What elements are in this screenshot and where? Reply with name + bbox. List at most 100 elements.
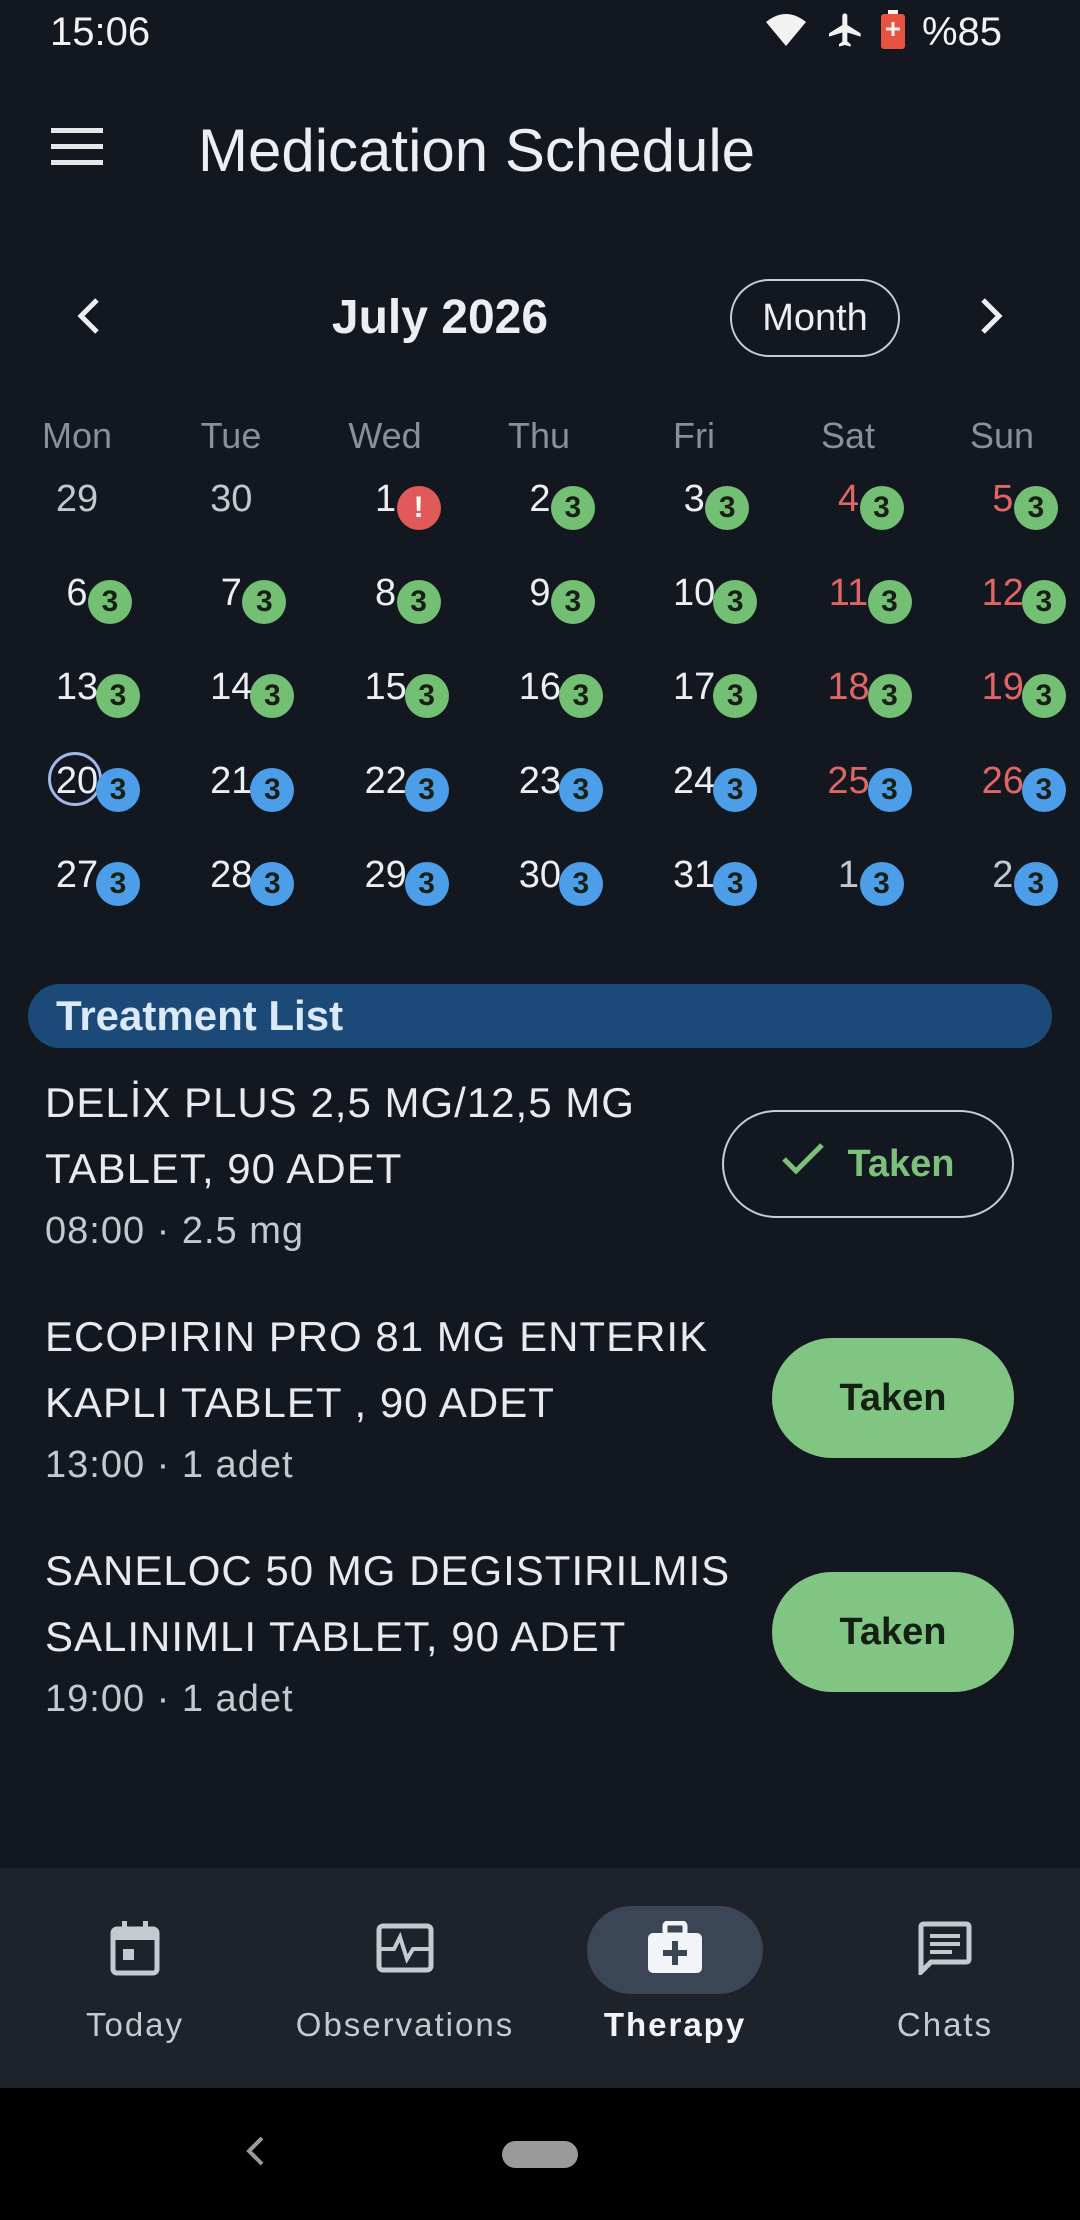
chevron-right-icon bbox=[979, 297, 1005, 340]
dose-count-badge: 3 bbox=[96, 862, 140, 906]
weekday-label: Thu bbox=[507, 415, 571, 456]
nav-label: Today bbox=[85, 2006, 185, 2043]
treatment-list-header: Treatment List bbox=[28, 984, 1052, 1048]
dose-count-badge: 3 bbox=[404, 674, 449, 718]
missed-dose-badge: ! bbox=[396, 486, 441, 530]
calendar-day[interactable]: 63 bbox=[17, 558, 171, 652]
nav-icon-container bbox=[587, 1906, 763, 1994]
dose-count-badge: 3 bbox=[558, 862, 603, 906]
calendar-day[interactable]: 26 3 bbox=[943, 746, 1080, 840]
medication-name-line: DELİX PLUS 2,5 MG/12,5 MG bbox=[45, 1079, 635, 1126]
dose-count-badge: 3 bbox=[250, 862, 295, 906]
dose-count-badge: 3 bbox=[1013, 862, 1058, 906]
calendar-day[interactable]: 19 3 bbox=[943, 652, 1080, 746]
calendar-day[interactable]: 29 bbox=[17, 464, 171, 558]
calendar-day[interactable]: 12 3 bbox=[943, 558, 1080, 652]
calendar-day[interactable]: 27 3 bbox=[17, 840, 171, 934]
weekday-label: Sun bbox=[969, 415, 1035, 456]
taken-label: Taken bbox=[847, 1142, 955, 1185]
day-number: 29 bbox=[55, 478, 99, 520]
dose-count-badge: 3 bbox=[867, 768, 912, 812]
next-month-button[interactable] bbox=[960, 286, 1024, 350]
check-icon bbox=[781, 1142, 825, 1186]
calendar-day[interactable]: 16 3 bbox=[480, 652, 634, 746]
page-title: Medication Schedule bbox=[198, 117, 756, 184]
calendar-day[interactable]: 30 bbox=[171, 464, 325, 558]
medication-time-dose: 08:00 · 2.5 mg bbox=[45, 1210, 305, 1252]
taken-button-confirmed[interactable]: Taken bbox=[722, 1110, 1014, 1218]
calendar-day[interactable]: 23 bbox=[943, 840, 1080, 934]
calendar-day[interactable]: 23 3 bbox=[480, 746, 634, 840]
calendar-day[interactable]: 25 3 bbox=[789, 746, 943, 840]
taken-button[interactable]: Taken bbox=[772, 1338, 1014, 1458]
calendar-day-today[interactable]: 20 3 bbox=[17, 746, 171, 840]
weekday-label: Sat bbox=[820, 415, 876, 456]
dose-count-badge: 3 bbox=[713, 862, 758, 906]
view-mode-button[interactable]: Month bbox=[730, 279, 900, 357]
menu-button[interactable] bbox=[40, 112, 114, 186]
menu-icon bbox=[51, 127, 103, 171]
treatment-list-title: Treatment List bbox=[56, 992, 344, 1039]
taken-button[interactable]: Taken bbox=[772, 1572, 1014, 1692]
calendar-day[interactable]: 11 3 bbox=[789, 558, 943, 652]
nav-item-chats[interactable]: Chats bbox=[810, 1868, 1080, 2088]
calendar-day[interactable]: 30 3 bbox=[480, 840, 634, 934]
calendar-day[interactable]: 83 bbox=[326, 558, 480, 652]
medication-time-dose: 13:00 · 1 adet bbox=[45, 1444, 294, 1486]
weekday-header: Mon Tue Wed Thu Fri Sat Sun bbox=[0, 408, 1080, 464]
calendar-day[interactable]: 28 3 bbox=[171, 840, 325, 934]
calendar-day[interactable]: 33 bbox=[634, 464, 788, 558]
nav-item-today[interactable]: Today bbox=[0, 1868, 270, 2088]
dose-count-badge: 3 bbox=[404, 768, 449, 812]
dose-count-badge: 3 bbox=[396, 580, 441, 624]
calendar-day[interactable]: 18 3 bbox=[789, 652, 943, 746]
nav-item-observations[interactable]: Observations bbox=[270, 1868, 540, 2088]
dose-count-badge: 3 bbox=[859, 486, 904, 530]
calendar-day[interactable]: 53 bbox=[943, 464, 1080, 558]
weekday-label: Fri bbox=[673, 415, 715, 456]
calendar-day[interactable]: 21 3 bbox=[171, 746, 325, 840]
battery-percent: %85 bbox=[921, 9, 1002, 54]
system-back-button[interactable] bbox=[220, 2118, 290, 2188]
calendar-day[interactable]: 24 3 bbox=[634, 746, 788, 840]
dose-count-badge: 3 bbox=[550, 486, 595, 530]
dose-count-badge: 3 bbox=[242, 580, 287, 624]
weekday-label: Tue bbox=[200, 415, 262, 456]
dose-count-badge: 3 bbox=[550, 580, 595, 624]
calendar-day[interactable]: 43 bbox=[789, 464, 943, 558]
calendar-day[interactable]: 93 bbox=[480, 558, 634, 652]
back-chevron-icon bbox=[245, 2135, 265, 2172]
previous-month-button[interactable] bbox=[56, 286, 120, 350]
medication-name-line: ECOPIRIN PRO 81 MG ENTERIK bbox=[45, 1313, 709, 1360]
calendar-day[interactable]: 15 3 bbox=[326, 652, 480, 746]
calendar-day[interactable]: 13 3 bbox=[17, 652, 171, 746]
bottom-navigation: Today Observations Therapy Chats bbox=[0, 1868, 1080, 2088]
medication-name-line: TABLET, 90 ADET bbox=[45, 1145, 403, 1192]
nav-item-therapy[interactable]: Therapy bbox=[540, 1868, 810, 2088]
nav-label: Observations bbox=[295, 2006, 515, 2043]
dose-count-badge: 3 bbox=[705, 486, 750, 530]
dose-count-badge: 3 bbox=[713, 674, 758, 718]
dose-count-badge: 3 bbox=[250, 674, 295, 718]
status-icons: %85 bbox=[764, 8, 1002, 56]
calendar-day[interactable]: 22 3 bbox=[326, 746, 480, 840]
medication-name-line: SALINIMLI TABLET, 90 ADET bbox=[45, 1613, 627, 1660]
nav-icon-container bbox=[317, 1906, 493, 1994]
calendar-day[interactable]: 13 bbox=[789, 840, 943, 934]
calendar-day[interactable]: 17 3 bbox=[634, 652, 788, 746]
calendar-day[interactable]: 29 3 bbox=[326, 840, 480, 934]
calendar-day[interactable]: 10 3 bbox=[634, 558, 788, 652]
medication-name-line: SANELOC 50 MG DEGISTIRILMIS bbox=[45, 1547, 731, 1594]
system-home-handle[interactable] bbox=[502, 2141, 578, 2168]
calendar-day[interactable]: 73 bbox=[171, 558, 325, 652]
nav-icon-container bbox=[47, 1906, 223, 1994]
day-number: 30 bbox=[210, 478, 253, 520]
chevron-left-icon bbox=[75, 297, 101, 340]
calendar-day[interactable]: 31 3 bbox=[634, 840, 788, 934]
weekday-label: Mon bbox=[41, 415, 113, 456]
calendar-day[interactable]: 14 3 bbox=[171, 652, 325, 746]
dose-count-badge: 3 bbox=[1021, 674, 1066, 718]
calendar-day[interactable]: 1! bbox=[326, 464, 480, 558]
calendar-day[interactable]: 23 bbox=[480, 464, 634, 558]
dose-count-badge: 3 bbox=[404, 862, 449, 906]
